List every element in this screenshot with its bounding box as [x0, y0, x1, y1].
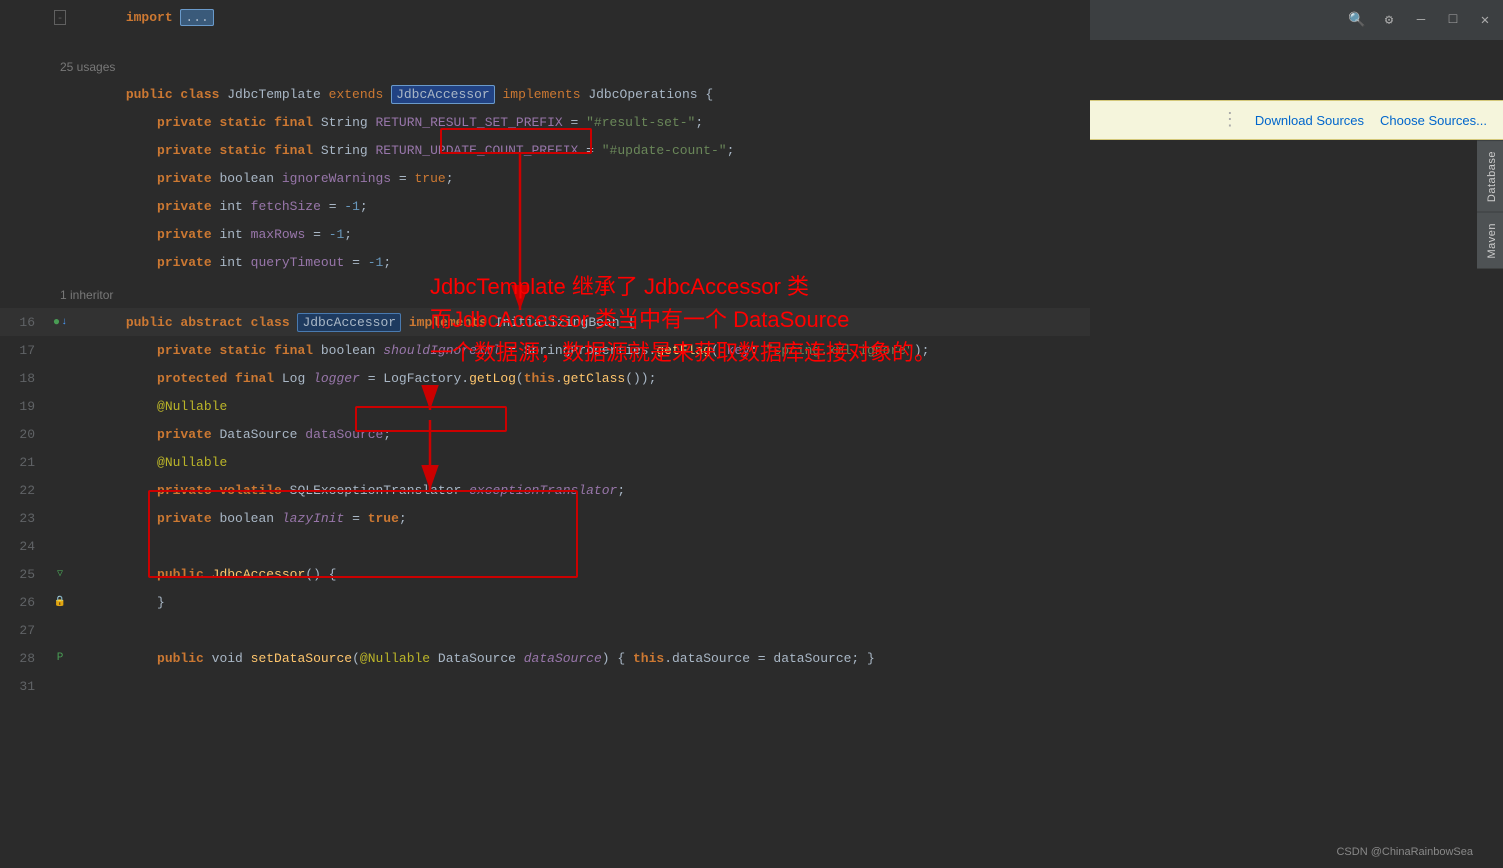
gutter-icon-blue: ↓	[61, 317, 67, 328]
constructor-icon: ▽	[57, 568, 63, 580]
maven-tab[interactable]: Maven	[1477, 212, 1503, 269]
ln-18: 18	[0, 371, 45, 386]
download-sources-link[interactable]: Download Sources	[1255, 113, 1364, 128]
ln-16: 16	[0, 315, 45, 330]
lock-icon: 🔒	[54, 596, 66, 608]
gutter-icon-green: ●	[53, 315, 60, 329]
ln-24: 24	[0, 539, 45, 554]
import-dots[interactable]: ...	[180, 9, 213, 26]
ln-20: 20	[0, 427, 45, 442]
watermark: CSDN @ChinaRainbowSea	[1336, 846, 1473, 858]
fold-button[interactable]: -	[54, 10, 67, 25]
line-26: 26 🔒 }	[0, 588, 1090, 616]
minimize-button[interactable]: —	[1411, 10, 1431, 30]
line-23: 23 private boolean lazyInit = true;	[0, 504, 1090, 532]
import-line: - import ...	[0, 0, 1090, 34]
ln-25: 25	[0, 567, 45, 582]
ln-17: 17	[0, 343, 45, 358]
g-16: ● ↓	[45, 315, 75, 329]
ln-19: 19	[0, 399, 45, 414]
three-dot-menu[interactable]: ⋮	[1221, 109, 1239, 131]
choose-sources-link[interactable]: Choose Sources...	[1380, 113, 1487, 128]
field-content-6: private int queryTimeout = -1;	[75, 240, 1090, 285]
g-26: 🔒	[45, 596, 75, 608]
method-icon-28: P	[57, 652, 64, 664]
ln-22: 22	[0, 483, 45, 498]
close-button[interactable]: ✕	[1475, 10, 1495, 30]
ln-27: 27	[0, 623, 45, 638]
code-editor: - import ... 25 usages public class Jdbc…	[0, 0, 1090, 868]
window-controls: 🔍 ⚙ — □ ✕	[1090, 0, 1503, 40]
line-28: 28 P public void setDataSource(@Nullable…	[0, 644, 1090, 672]
ln-31: 31	[0, 679, 45, 694]
g-25: ▽	[45, 568, 75, 580]
maximize-button[interactable]: □	[1443, 10, 1463, 30]
ln-21: 21	[0, 455, 45, 470]
settings-icon[interactable]: ⚙	[1379, 10, 1399, 30]
line-gutter: -	[45, 10, 75, 25]
ln-28: 28	[0, 651, 45, 666]
ln-26: 26	[0, 595, 45, 610]
download-sources-bar: ⋮ Download Sources Choose Sources...	[1090, 100, 1503, 140]
search-icon[interactable]: 🔍	[1347, 10, 1367, 30]
ln-23: 23	[0, 511, 45, 526]
empty-line-1	[0, 34, 1090, 54]
database-tab[interactable]: Database	[1477, 140, 1503, 212]
vertical-tabs: Database Maven	[1477, 140, 1503, 440]
field-line-6: private int queryTimeout = -1;	[0, 248, 1090, 276]
line-31: 31	[0, 672, 1090, 700]
g-28: P	[45, 652, 75, 664]
